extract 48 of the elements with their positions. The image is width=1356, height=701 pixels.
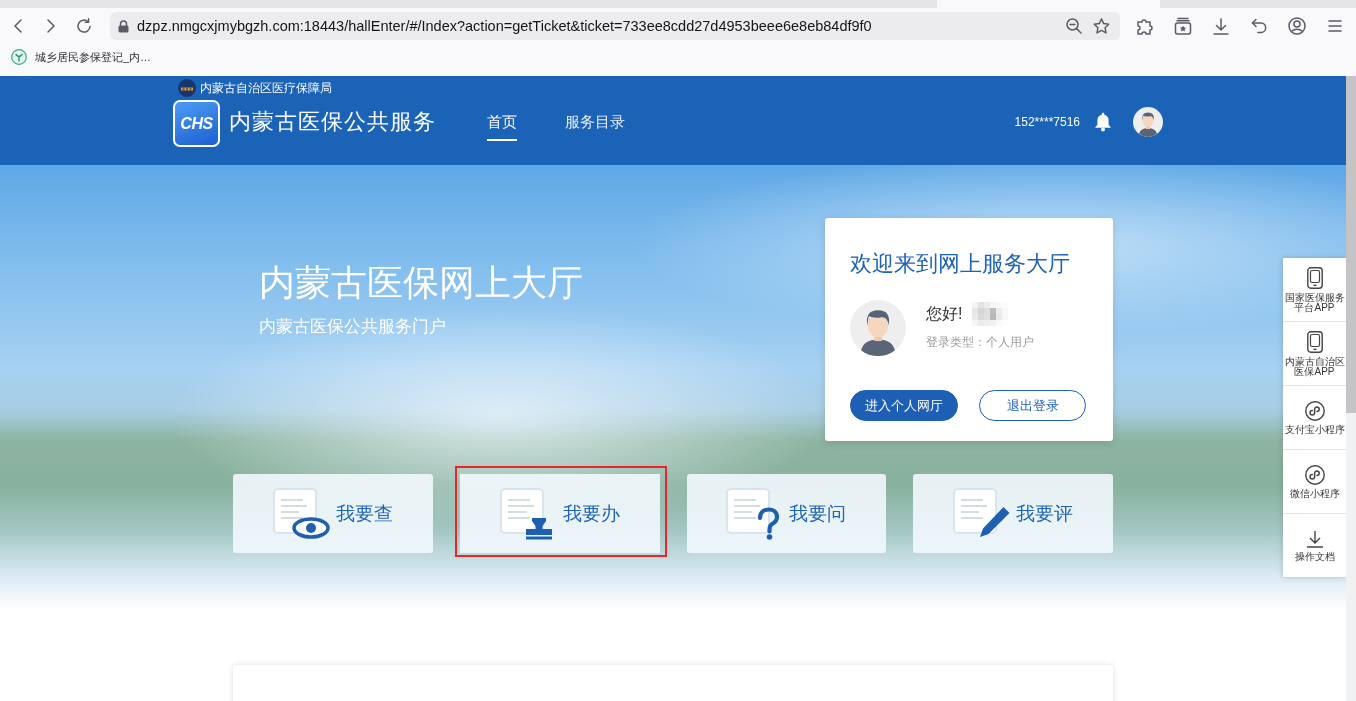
- site-title: 内蒙古医保公共服务: [229, 108, 436, 136]
- scrollbar-thumb[interactable]: [1346, 76, 1356, 413]
- reload-icon[interactable]: [76, 18, 92, 34]
- side-tool-button[interactable]: 操作文档: [1283, 514, 1346, 577]
- greeting: 您好!: [926, 304, 963, 324]
- address-field[interactable]: dzpz.nmgcxjmybgzh.com:18443/hallEnter/#/Index?action=getTicket&ticket=733ee8cdd27d4953beee6e8eb84df9f0: [110, 12, 1120, 40]
- login-type: 登录类型：个人用户: [926, 334, 1034, 350]
- logout-button[interactable]: 退出登录: [979, 390, 1086, 421]
- document-pen-icon: [953, 487, 1012, 540]
- hero-subtitle: 内蒙古医保公共服务门户: [259, 317, 447, 337]
- url-text: dzpz.nmgcxjmybgzh.com:18443/hallEnter/#/Index?action=getTicket&ticket=733ee8cdd27d4953beee6e8eb84df9f0: [137, 18, 872, 34]
- undo-icon[interactable]: [1251, 18, 1267, 34]
- bell-icon[interactable]: [1094, 112, 1112, 132]
- account-icon[interactable]: [1288, 17, 1306, 35]
- document-eye-icon: [272, 487, 331, 540]
- service-button[interactable]: 我要问: [686, 474, 887, 553]
- puzzle-icon[interactable]: [1136, 17, 1154, 35]
- avatar-icon: [850, 300, 906, 356]
- download-icon: [1305, 529, 1324, 548]
- side-tool-button[interactable]: 国家医保服务平台APP: [1283, 258, 1346, 322]
- logo: CHS: [173, 100, 220, 147]
- mini-program-icon: [1304, 400, 1325, 421]
- tray-star-icon[interactable]: [1174, 17, 1192, 35]
- side-tool-button[interactable]: 内蒙古自治区医保APP: [1283, 322, 1346, 386]
- welcome-title: 欢迎来到网上服务大厅: [850, 250, 1071, 278]
- star-icon[interactable]: [1093, 18, 1110, 34]
- side-tool-button[interactable]: 微信小程序: [1283, 450, 1346, 514]
- download-icon[interactable]: [1213, 17, 1229, 35]
- user-phone: 152****7516: [1014, 115, 1080, 129]
- side-tool-button[interactable]: 支付宝小程序: [1283, 386, 1346, 450]
- bookmark-item[interactable]: 城乡居民参保登记_内…: [11, 46, 152, 68]
- avatar-icon[interactable]: [1133, 107, 1163, 137]
- nav-tab[interactable]: 服务目录: [565, 113, 625, 141]
- pixelated-block-icon: [972, 302, 1009, 326]
- agency-name: 内蒙古自治区医疗保障局: [200, 81, 332, 95]
- hero-title: 内蒙古医保网上大厅: [259, 263, 583, 303]
- mini-program-icon: [1304, 464, 1325, 485]
- phone-icon: [1306, 266, 1323, 289]
- round-emblem-icon: [178, 79, 196, 97]
- service-button[interactable]: 我要评: [913, 474, 1113, 553]
- service-button[interactable]: 我要查: [233, 474, 433, 553]
- phone-icon: [1306, 330, 1323, 353]
- enter-hall-button[interactable]: 进入个人网厅: [850, 390, 958, 421]
- round-emblem-icon: [11, 49, 27, 65]
- lock-icon: [118, 19, 129, 33]
- zoom-out-icon[interactable]: [1066, 18, 1082, 34]
- menu-icon[interactable]: [1328, 20, 1342, 32]
- nav-tab[interactable]: 首页: [487, 113, 517, 141]
